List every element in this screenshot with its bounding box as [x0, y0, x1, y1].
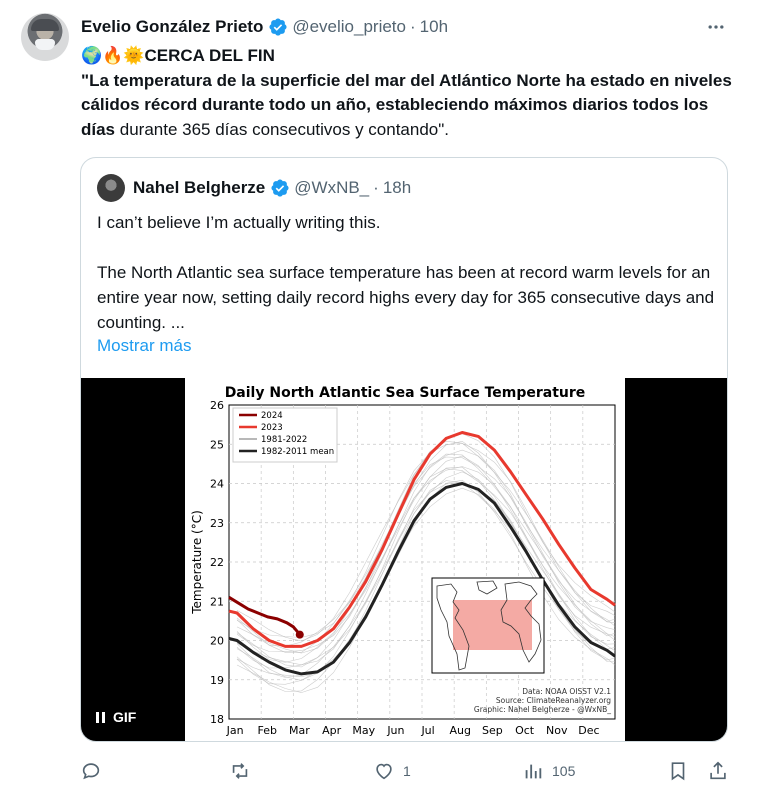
heart-icon — [376, 763, 392, 780]
x-tick-label: Sep — [482, 724, 503, 737]
y-tick-label: 26 — [210, 399, 224, 412]
reply-icon — [82, 763, 100, 780]
y-axis-label: Temperature (°C) — [190, 510, 204, 615]
y-tick-label: 20 — [210, 635, 224, 648]
share-button[interactable] — [707, 756, 729, 786]
author-handle[interactable]: @evelio_prieto — [292, 17, 406, 37]
bookmark-icon — [671, 762, 685, 781]
annotation-line-1: Data: NOAA OISST V2.1 — [522, 687, 611, 696]
author-avatar[interactable] — [21, 13, 69, 61]
share-icon — [710, 761, 726, 780]
chart-title: Daily North Atlantic Sea Surface Tempera… — [225, 385, 586, 401]
gif-label: GIF — [113, 709, 137, 725]
more-options-icon[interactable] — [703, 16, 729, 38]
like-count: 1 — [403, 763, 411, 779]
inset-map — [431, 577, 545, 674]
like-button[interactable]: 1 — [373, 756, 411, 786]
separator-dot: · — [409, 17, 416, 36]
x-tick-label: Nov — [546, 724, 568, 737]
x-tick-label: Feb — [258, 724, 277, 737]
legend-label-2024: 2024 — [261, 411, 283, 421]
verified-badge-icon — [271, 179, 289, 197]
quoted-tweet[interactable]: Nahel Belgherze @WxNB_ · 18h I can’t bel… — [80, 157, 728, 742]
quote-header: Nahel Belgherze @WxNB_ · 18h — [133, 177, 411, 199]
x-tick-label: May — [352, 724, 375, 737]
pause-icon[interactable] — [96, 711, 105, 723]
action-bar: 1 105 — [80, 756, 740, 786]
chart-legend: 2024 2023 1981-2022 1982-2011 mean — [232, 407, 338, 463]
tweet-header: Evelio González Prieto @evelio_prieto · … — [81, 16, 448, 38]
quote-time: 18h — [382, 178, 412, 197]
separator-dot: · — [373, 178, 379, 197]
bookmark-button[interactable] — [667, 756, 689, 786]
retweet-button[interactable] — [229, 756, 259, 786]
views-icon — [525, 764, 542, 779]
tweet-body-rest: durante 365 días consecutivos y contando… — [115, 119, 450, 139]
avatar-mask — [35, 39, 55, 50]
author-name[interactable]: Evelio González Prieto — [81, 17, 263, 37]
emoji-prefix: 🌍🔥🌞 — [81, 46, 145, 65]
quote-author-avatar[interactable] — [97, 174, 125, 202]
quote-paragraph-1: I can’t believe I’m actually writing thi… — [97, 213, 381, 232]
x-tick-label: Aug — [450, 724, 471, 737]
legend-label-2023: 2023 — [261, 423, 283, 433]
quote-paragraph-2: The North Atlantic sea surface temperatu… — [97, 263, 715, 332]
y-tick-label: 21 — [210, 595, 224, 608]
y-tick-label: 23 — [210, 517, 224, 530]
annotation-line-3: Graphic: Nahel Belgherze - @WxNB_ — [474, 705, 611, 714]
retweet-icon — [232, 763, 248, 779]
x-tick-label: Jul — [420, 724, 434, 737]
legend-label-hist: 1981-2022 — [261, 435, 307, 445]
tweet-headline-line: 🌍🔥🌞CERCA DEL FIN — [81, 44, 741, 69]
tweet-text: 🌍🔥🌞CERCA DEL FIN "La temperatura de la s… — [81, 44, 741, 142]
x-tick-label: Apr — [322, 724, 342, 737]
tweet-headline: CERCA DEL FIN — [144, 46, 275, 65]
x-tick-label: Mar — [289, 724, 310, 737]
y-tick-label: 18 — [210, 713, 224, 726]
y-tick-label: 25 — [210, 438, 224, 451]
show-more-link[interactable]: Mostrar más — [97, 336, 191, 356]
sst-chart: Daily North Atlantic Sea Surface Tempera… — [185, 378, 625, 741]
inset-map-region — [453, 600, 532, 650]
views-button[interactable]: 105 — [522, 756, 575, 786]
gif-media[interactable]: Daily North Atlantic Sea Surface Tempera… — [81, 378, 727, 741]
tweet-time[interactable]: 10h — [420, 17, 448, 37]
x-tick-label: Jun — [386, 724, 404, 737]
quote-author-name: Nahel Belgherze — [133, 178, 266, 197]
gif-badge[interactable]: GIF — [96, 706, 136, 728]
quote-author-handle: @WxNB_ — [294, 178, 370, 197]
avatar-cap — [31, 19, 59, 31]
verified-badge-icon — [269, 18, 287, 36]
annotation-line-2: Source: ClimateReanalyzer.org — [496, 696, 611, 705]
tweet-quote-open: " — [81, 70, 90, 90]
series-endpoint-2024 — [295, 630, 304, 639]
y-tick-label: 22 — [210, 556, 224, 569]
reply-button[interactable] — [80, 756, 110, 786]
x-tick-label: Oct — [515, 724, 535, 737]
x-tick-label: Jan — [226, 724, 244, 737]
y-tick-label: 19 — [210, 674, 224, 687]
x-tick-label: Dec — [578, 724, 599, 737]
views-count: 105 — [552, 763, 576, 779]
legend-label-mean: 1982-2011 mean — [261, 447, 334, 457]
tweet-body: "La temperatura de la superficie del mar… — [81, 69, 741, 143]
y-tick-label: 24 — [210, 478, 224, 491]
